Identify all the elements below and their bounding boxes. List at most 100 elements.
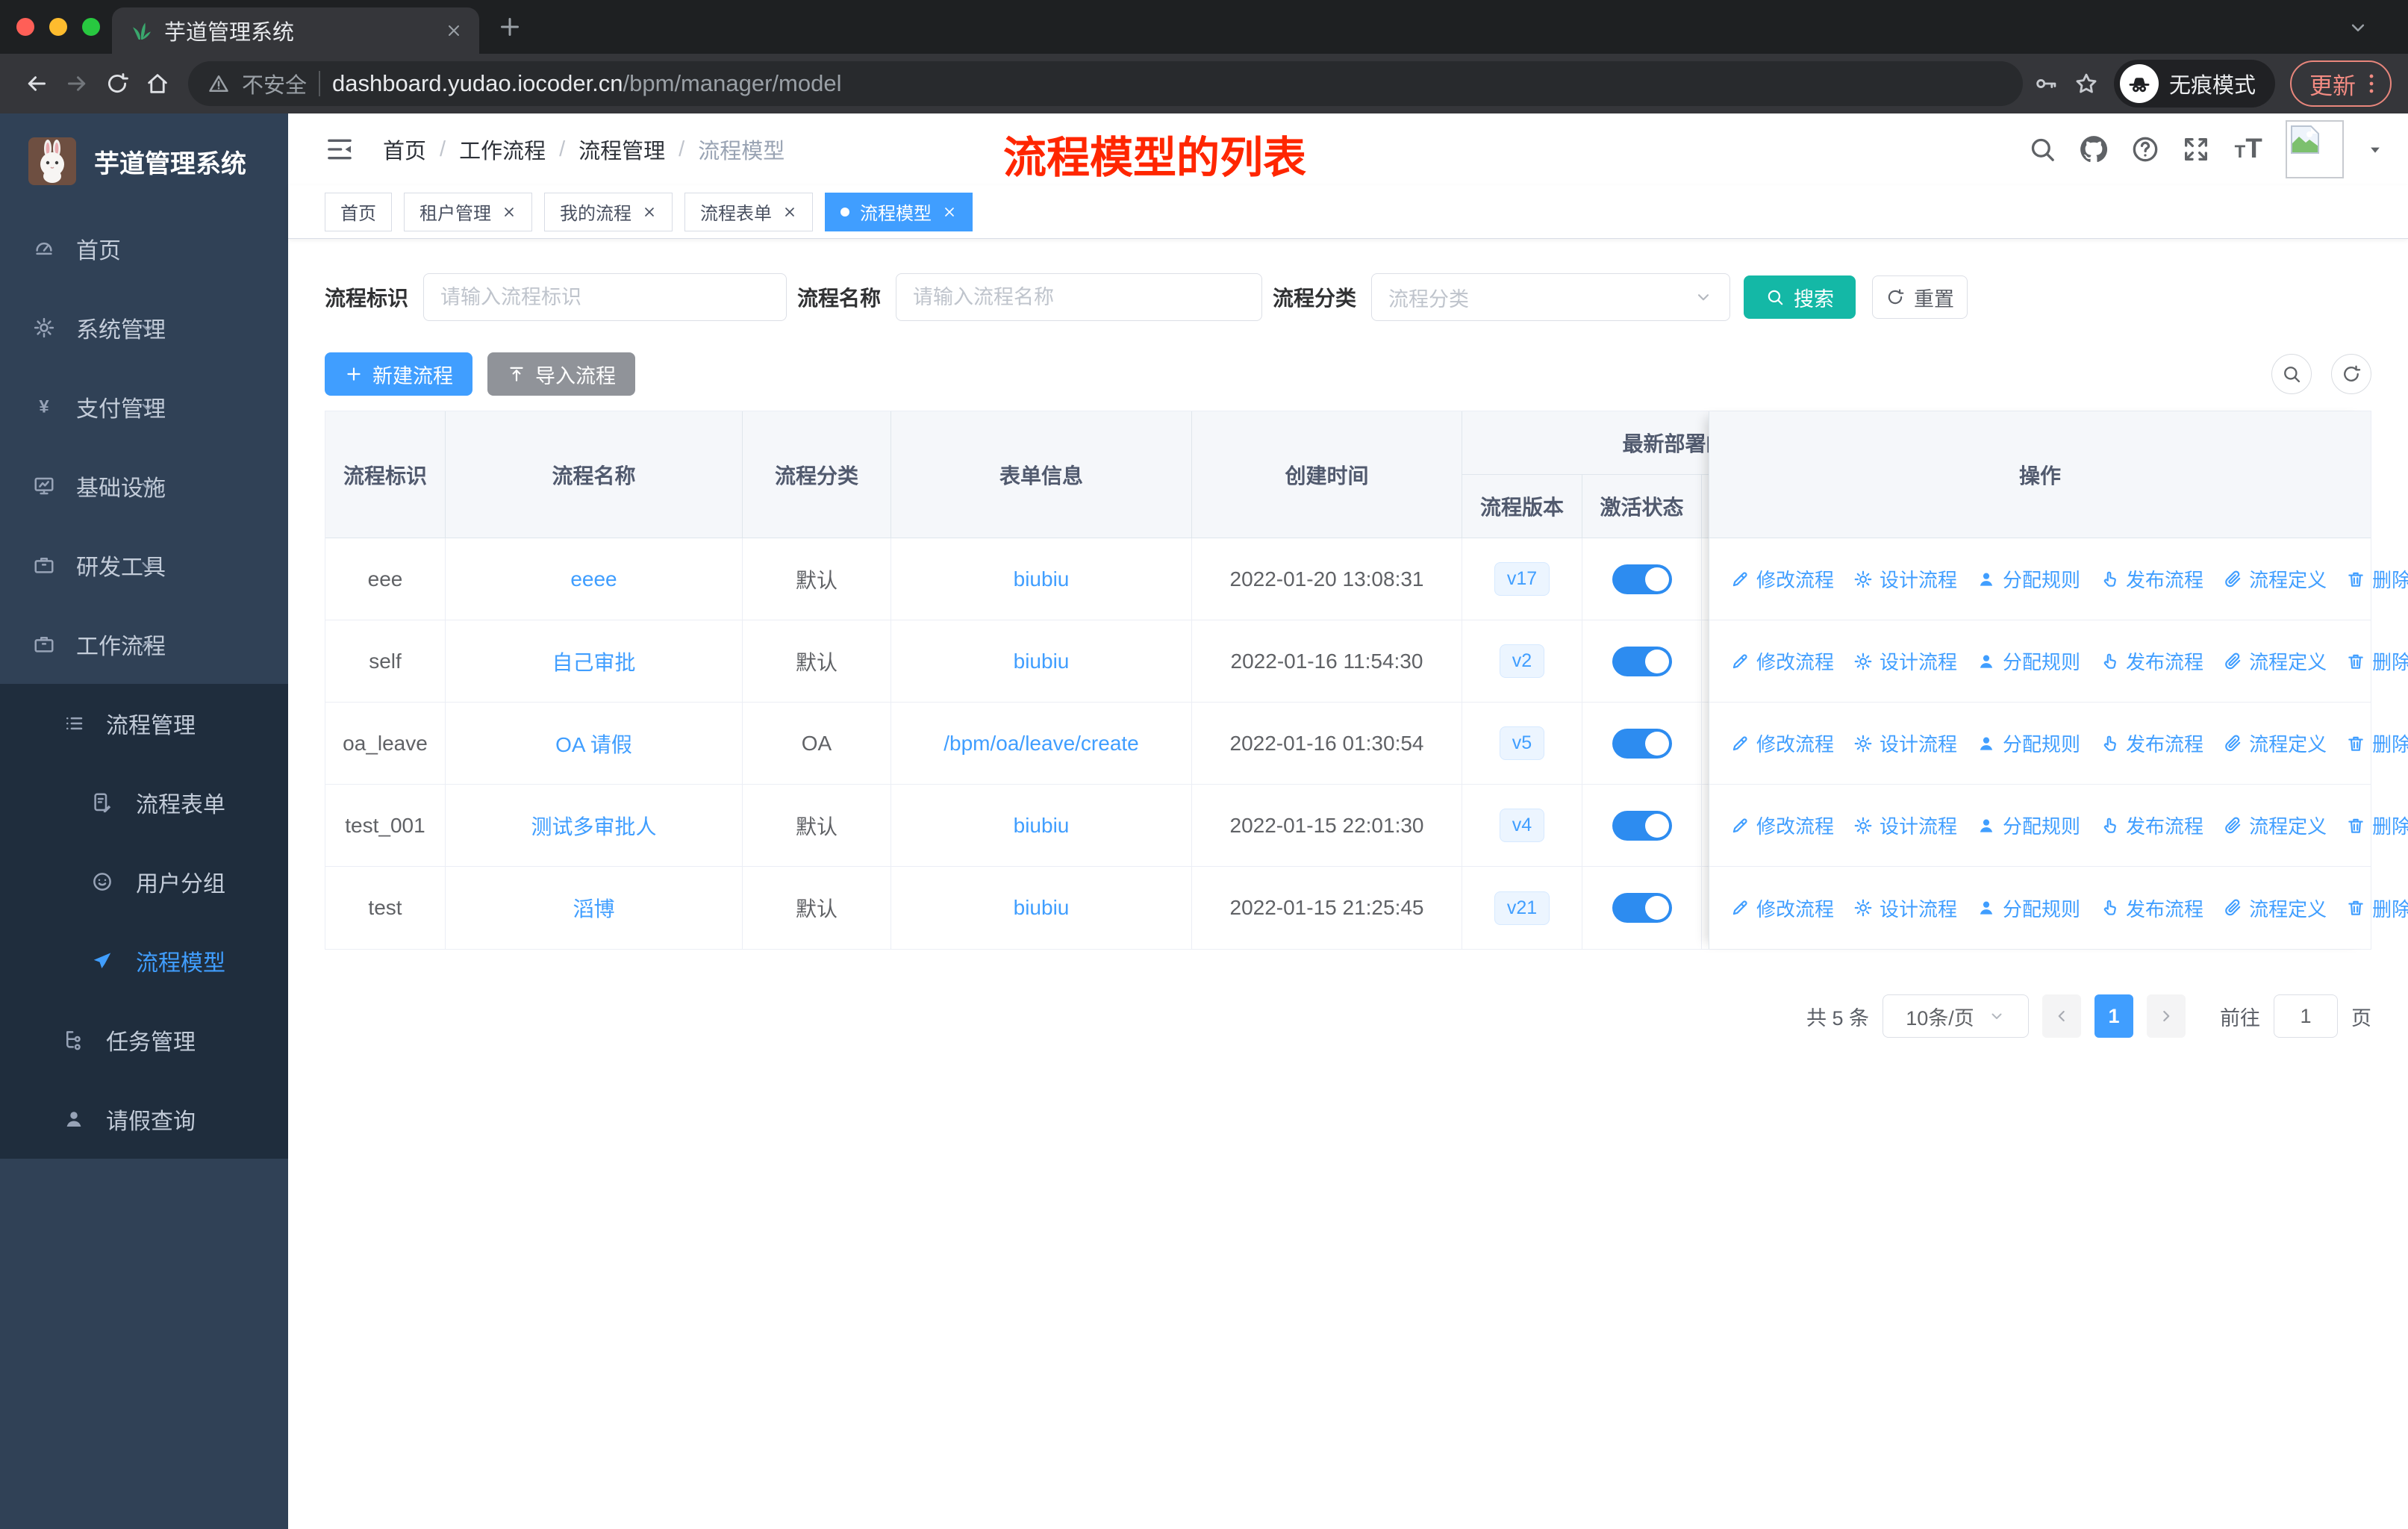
cell-name-link[interactable]: OA 请假	[555, 729, 632, 759]
tag-close-icon[interactable]	[642, 205, 657, 219]
close-window-button[interactable]	[16, 18, 34, 36]
font-size-icon[interactable]: TT	[2232, 133, 2265, 166]
cell-name-link[interactable]: 滔博	[573, 893, 614, 923]
back-button[interactable]	[16, 63, 57, 104]
goto-page-input[interactable]	[2274, 994, 2338, 1038]
action-trash-link[interactable]: 删除	[2346, 894, 2408, 922]
action-trash-link[interactable]: 删除	[2346, 565, 2408, 593]
action-user-link[interactable]: 分配规则	[1977, 894, 2080, 922]
breadcrumb-item[interactable]: 首页	[383, 134, 426, 165]
action-user-link[interactable]: 分配规则	[1977, 647, 2080, 675]
action-user-link[interactable]: 分配规则	[1977, 812, 2080, 839]
action-trash-link[interactable]: 删除	[2346, 647, 2408, 675]
import-process-button[interactable]: 导入流程	[487, 352, 635, 396]
active-toggle[interactable]	[1612, 728, 1672, 759]
active-toggle[interactable]	[1612, 810, 1672, 841]
sidebar-item-6[interactable]: 流程管理	[0, 684, 288, 763]
current-page-button[interactable]: 1	[2094, 994, 2133, 1038]
home-button[interactable]	[137, 63, 178, 104]
tab-search-chevron-icon[interactable]	[2347, 16, 2369, 39]
action-gear-link[interactable]: 设计流程	[1853, 647, 1957, 675]
cell-form-link[interactable]: biubiu	[1014, 567, 1070, 591]
action-pen-link[interactable]: 修改流程	[1730, 647, 1834, 675]
action-hand-link[interactable]: 发布流程	[2100, 565, 2203, 593]
cell-form-link[interactable]: biubiu	[1014, 650, 1070, 673]
filter-id-input[interactable]	[423, 273, 787, 321]
action-clip-link[interactable]: 流程定义	[2223, 729, 2327, 757]
action-gear-link[interactable]: 设计流程	[1853, 729, 1957, 757]
new-tab-button[interactable]	[496, 13, 523, 40]
action-clip-link[interactable]: 流程定义	[2223, 812, 2327, 839]
tag-close-icon[interactable]	[942, 205, 957, 219]
password-key-icon[interactable]	[2033, 71, 2059, 96]
avatar-caret-down-icon[interactable]	[2365, 139, 2386, 160]
sidebar-item-0[interactable]: 首页	[0, 209, 288, 288]
fullscreen-icon[interactable]	[2181, 134, 2211, 164]
github-icon[interactable]	[2078, 134, 2109, 165]
sidebar-item-10[interactable]: 任务管理	[0, 1000, 288, 1080]
action-user-link[interactable]: 分配规则	[1977, 565, 2080, 593]
security-warning-icon[interactable]	[208, 72, 230, 95]
help-icon[interactable]	[2130, 134, 2160, 164]
sidebar-item-8[interactable]: 用户分组	[0, 842, 288, 921]
sidebar-item-5[interactable]: 工作流程	[0, 605, 288, 684]
sidebar-item-7[interactable]: 流程表单	[0, 763, 288, 842]
action-clip-link[interactable]: 流程定义	[2223, 565, 2327, 593]
bookmark-star-icon[interactable]	[2074, 71, 2099, 96]
minimize-window-button[interactable]	[49, 18, 67, 36]
reset-button[interactable]: 重置	[1872, 275, 1968, 319]
action-gear-link[interactable]: 设计流程	[1853, 812, 1957, 839]
action-trash-link[interactable]: 删除	[2346, 812, 2408, 839]
sidebar-item-3[interactable]: 基础设施	[0, 446, 288, 526]
tag-tab-3[interactable]: 流程表单	[684, 192, 813, 231]
tag-tab-1[interactable]: 租户管理	[404, 192, 532, 231]
breadcrumb-item[interactable]: 流程管理	[578, 134, 665, 165]
cell-name-link[interactable]: 自己审批	[552, 647, 635, 676]
filter-name-input[interactable]	[896, 273, 1263, 321]
search-icon[interactable]	[2027, 134, 2057, 164]
toggle-search-panel-button[interactable]	[2271, 354, 2312, 394]
action-hand-link[interactable]: 发布流程	[2100, 729, 2203, 757]
tab-close-icon[interactable]	[445, 22, 463, 40]
browser-menu-dots-icon[interactable]	[2359, 71, 2384, 96]
filter-category-select[interactable]: 流程分类	[1371, 273, 1731, 321]
cell-form-link[interactable]: biubiu	[1014, 896, 1070, 920]
tag-tab-2[interactable]: 我的流程	[544, 192, 673, 231]
page-size-select[interactable]: 10条/页	[1883, 994, 2029, 1038]
collapse-sidebar-icon[interactable]	[325, 134, 355, 164]
tag-tab-0[interactable]: 首页	[325, 192, 392, 231]
cell-form-link[interactable]: biubiu	[1014, 814, 1070, 838]
action-hand-link[interactable]: 发布流程	[2100, 894, 2203, 922]
sidebar-item-1[interactable]: 系统管理	[0, 288, 288, 367]
sidebar-item-9[interactable]: 流程模型	[0, 921, 288, 1000]
tag-close-icon[interactable]	[502, 205, 517, 219]
search-button[interactable]: 搜索	[1744, 275, 1856, 319]
breadcrumb-item[interactable]: 工作流程	[459, 134, 546, 165]
cell-name-link[interactable]: 测试多审批人	[531, 811, 656, 841]
url-bar[interactable]: 不安全 dashboard.yudao.iocoder.cn/bpm/manag…	[188, 61, 2023, 106]
cell-form-link[interactable]: /bpm/oa/leave/create	[943, 732, 1139, 756]
sidebar-item-2[interactable]: ¥ 支付管理	[0, 367, 288, 446]
update-browser-button[interactable]: 更新	[2290, 60, 2392, 107]
sidebar-item-11[interactable]: 请假查询	[0, 1080, 288, 1159]
zoom-window-button[interactable]	[82, 18, 100, 36]
sidebar-item-4[interactable]: 研发工具	[0, 526, 288, 605]
action-clip-link[interactable]: 流程定义	[2223, 647, 2327, 675]
tag-tab-4[interactable]: 流程模型	[825, 192, 973, 231]
action-hand-link[interactable]: 发布流程	[2100, 647, 2203, 675]
action-pen-link[interactable]: 修改流程	[1730, 894, 1834, 922]
action-pen-link[interactable]: 修改流程	[1730, 729, 1834, 757]
action-pen-link[interactable]: 修改流程	[1730, 812, 1834, 839]
action-gear-link[interactable]: 设计流程	[1853, 894, 1957, 922]
cell-name-link[interactable]: eeee	[570, 567, 617, 591]
security-label[interactable]: 不安全	[242, 68, 307, 99]
active-toggle[interactable]	[1612, 893, 1672, 923]
action-trash-link[interactable]: 删除	[2346, 729, 2408, 757]
window-controls[interactable]	[16, 18, 100, 36]
user-avatar[interactable]	[2286, 120, 2344, 178]
forward-button[interactable]	[57, 63, 97, 104]
active-toggle[interactable]	[1612, 646, 1672, 676]
browser-tab[interactable]: 芋道管理系统	[112, 7, 479, 54]
reload-button[interactable]	[97, 63, 137, 104]
url-text[interactable]: dashboard.yudao.iocoder.cn/bpm/manager/m…	[332, 70, 841, 97]
